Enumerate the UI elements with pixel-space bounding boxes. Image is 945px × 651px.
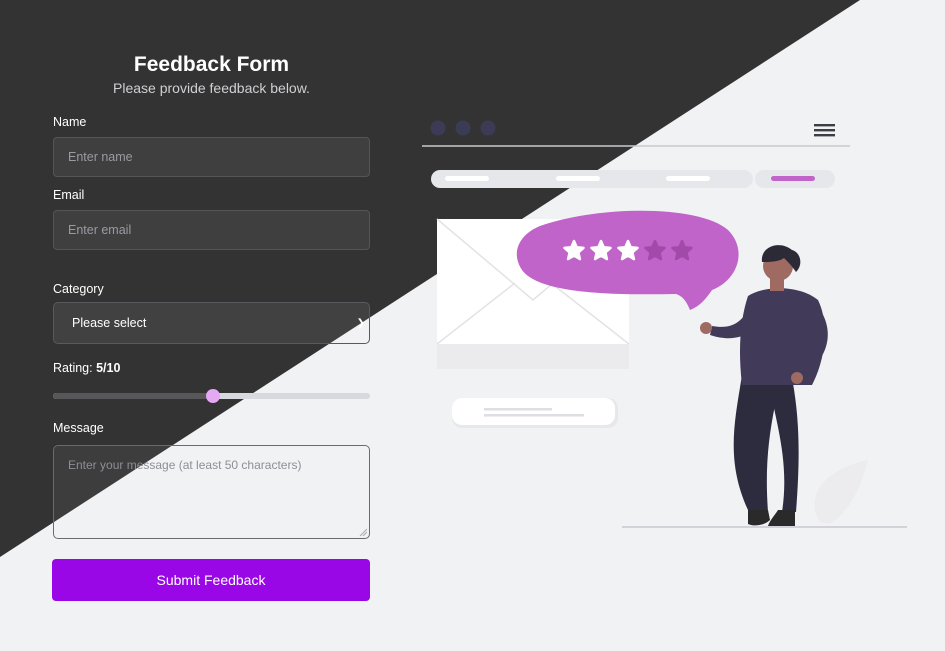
message-textarea[interactable]: Enter your message (at least 50 characte… bbox=[53, 445, 370, 539]
email-label: Email bbox=[53, 188, 85, 202]
message-label: Message bbox=[53, 421, 104, 435]
message-placeholder: Enter your message (at least 50 characte… bbox=[68, 458, 302, 472]
rating-slider-thumb[interactable] bbox=[205, 389, 220, 403]
form-title: Feedback Form bbox=[133, 53, 290, 76]
rating-slider-fill bbox=[53, 393, 212, 399]
submit-feedback-button[interactable]: Submit Feedback bbox=[52, 559, 370, 601]
email-placeholder: Enter email bbox=[68, 223, 132, 237]
window-dot-icon bbox=[480, 120, 496, 136]
category-select[interactable]: Please select ❯ bbox=[53, 302, 370, 344]
category-label: Category bbox=[53, 282, 104, 296]
rating-value: 5/10 bbox=[96, 361, 121, 375]
feedback-form: Feedback Form Please provide feedback be… bbox=[52, 52, 370, 601]
name-input[interactable]: Enter name bbox=[53, 137, 370, 177]
person-illustration bbox=[700, 245, 828, 526]
window-dot-icon bbox=[455, 120, 471, 136]
chevron-down-icon: ❯ bbox=[356, 317, 365, 329]
form-subtitle: Please provide feedback below. bbox=[113, 80, 310, 96]
category-selected-value: Please select bbox=[72, 316, 147, 330]
plant-icon bbox=[814, 460, 868, 524]
window-dot-icon bbox=[430, 120, 446, 136]
rating-label: Rating: 5/10 bbox=[53, 360, 120, 376]
resize-handle-icon[interactable] bbox=[359, 528, 367, 536]
email-input[interactable]: Enter email bbox=[53, 210, 370, 250]
rating-label-text: Rating: bbox=[53, 361, 93, 375]
name-label: Name bbox=[53, 115, 87, 129]
name-placeholder: Enter name bbox=[68, 150, 133, 164]
hamburger-menu-icon bbox=[814, 124, 835, 137]
feedback-page: Feedback Form Please provide feedback be… bbox=[0, 0, 945, 651]
